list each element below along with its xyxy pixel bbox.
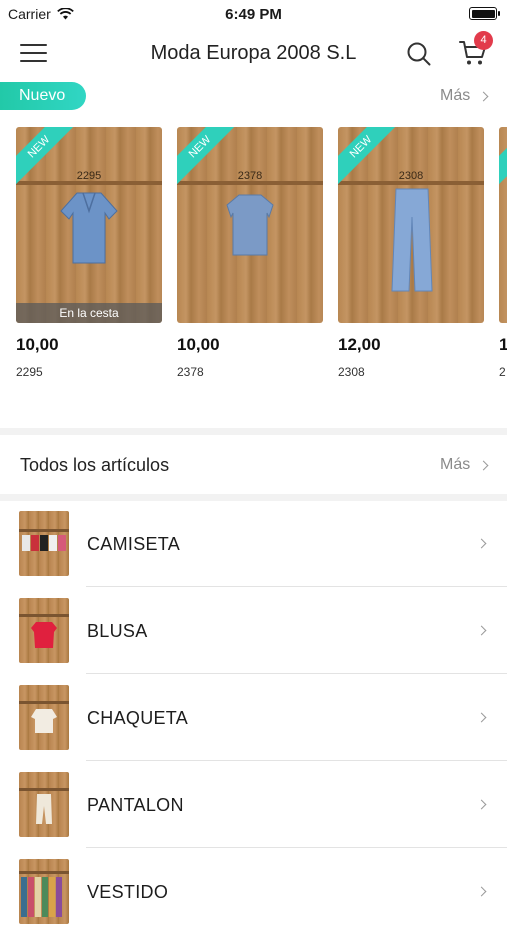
nuevo-more-link[interactable]: Más [440,87,489,105]
product-card[interactable]: 2295 NEW En la cesta 10,00 2295 [16,127,162,379]
page-title: Moda Europa 2008 S.L [150,42,357,64]
product-image [499,127,507,323]
chevron-right-icon [476,799,487,810]
product-card[interactable]: 2308 NEW 12,00 2308 [338,127,484,379]
category-thumbnail [19,511,69,576]
chevron-right-icon [476,886,487,897]
search-icon[interactable] [406,41,432,67]
more-label: Más [440,87,471,104]
product-image: 2308 NEW [338,127,484,323]
category-row[interactable]: PANTALON [0,761,507,848]
nav-bar: Moda Europa 2008 S.L 4 [0,28,507,78]
category-thumbnail [19,685,69,750]
trousers-image [391,188,433,292]
all-articles-header: Todos los artículos Más [0,435,507,495]
category-thumbnail [19,859,69,924]
category-label: BLUSA [87,621,148,641]
product-sku: 2 [499,365,506,379]
more-label: Más [440,456,471,473]
category-label: PANTALON [87,795,184,815]
chevron-right-icon [476,538,487,549]
cart-count-badge: 4 [474,31,493,50]
product-code: 2308 [398,170,424,182]
chevron-right-icon [478,460,489,470]
blouse-image [60,192,118,264]
nuevo-label: Nuevo [0,82,86,110]
product-sku: 2378 [177,365,204,379]
category-thumbnail [19,772,69,837]
category-thumbnail [19,598,69,663]
in-cart-label: En la cesta [16,303,162,323]
section-divider [0,428,507,435]
nuevo-section: Nuevo Más 2295 NEW En la cesta 10,00 229… [0,78,507,428]
product-price: 12,00 [338,335,381,354]
product-image: 2378 NEW [177,127,323,323]
product-code: 2295 [76,170,102,182]
product-price: 10,00 [177,335,220,354]
category-row[interactable]: CAMISETA [0,500,507,587]
product-price: 1 [499,335,507,354]
category-label: CAMISETA [87,534,181,554]
status-time: 6:49 PM [225,6,282,23]
chevron-right-icon [476,625,487,636]
all-articles-more-link[interactable]: Más [440,456,489,474]
product-price: 10,00 [16,335,59,354]
category-label: CHAQUETA [87,708,189,728]
chevron-right-icon [476,712,487,723]
product-card[interactable]: 1 2 [499,127,507,387]
product-code: 2378 [237,170,263,182]
all-articles-title: Todos los artículos [20,455,170,475]
product-image: 2295 NEW En la cesta [16,127,162,323]
category-row[interactable]: CHAQUETA [0,674,507,761]
category-row[interactable]: VESTIDO [0,848,507,935]
product-sku: 2308 [338,365,365,379]
product-sku: 2295 [16,365,43,379]
battery-icon [469,7,500,20]
status-bar: Carrier 6:49 PM [0,0,507,28]
product-card[interactable]: 2378 NEW 10,00 2378 [177,127,323,379]
hamburger-menu-icon[interactable] [20,44,47,62]
top-image [226,194,274,256]
chevron-right-icon [478,91,489,101]
category-row[interactable]: BLUSA [0,587,507,674]
